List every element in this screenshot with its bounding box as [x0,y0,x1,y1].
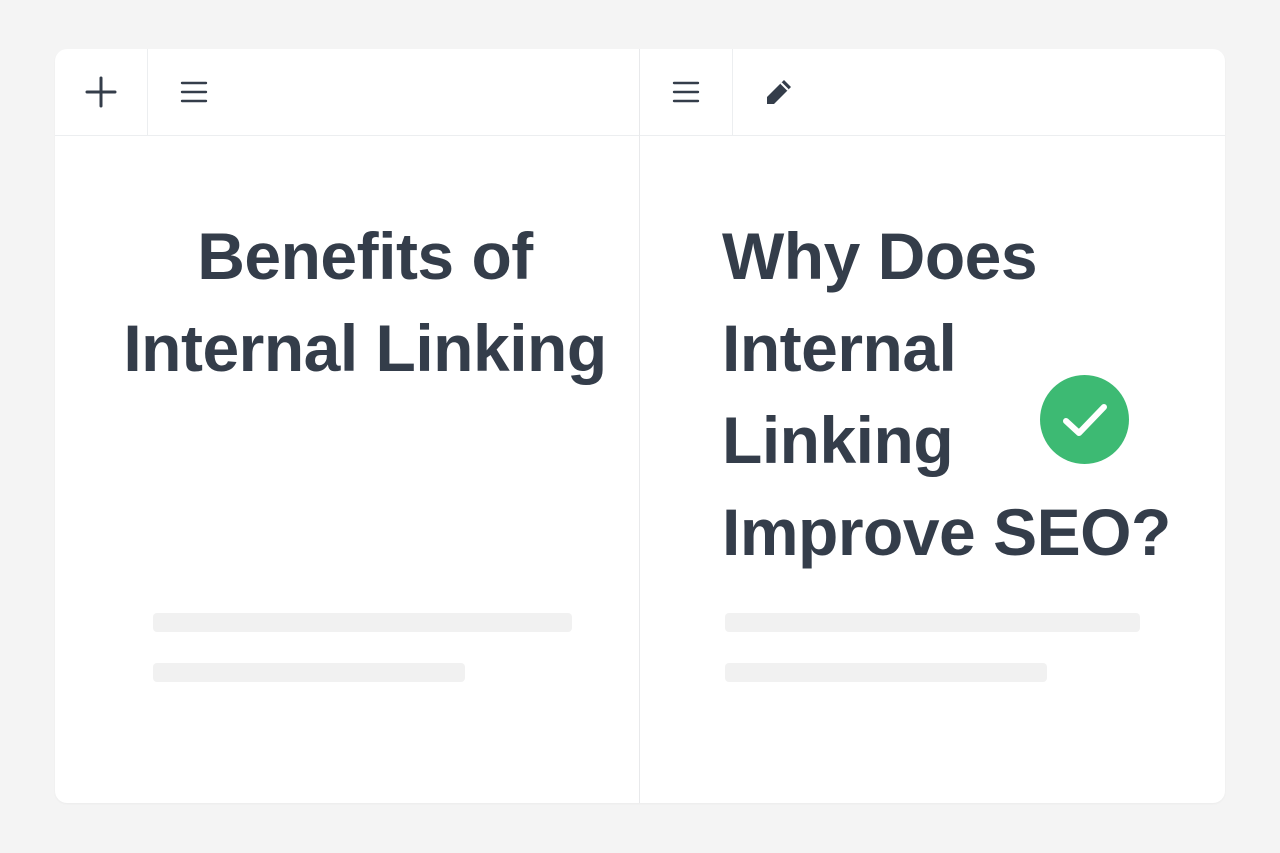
left-pane-title: Benefits of Internal Linking [123,219,607,385]
text-placeholder-line [153,663,465,682]
check-circle-icon [1040,375,1129,464]
hamburger-icon [672,81,700,103]
checkmark-icon [1062,403,1107,436]
add-button[interactable] [55,49,147,135]
text-placeholder-line [725,663,1047,682]
comparison-card: Benefits of Internal Linking Why Does In… [55,49,1225,803]
plus-icon [85,76,117,108]
right-pane-title: Why Does Internal Linking Improve SEO? [722,219,1171,569]
left-menu-button[interactable] [148,49,240,135]
edit-button[interactable] [733,49,825,135]
hamburger-icon [180,81,208,103]
toolbar-divider [55,135,1225,136]
text-placeholder-line [153,613,572,632]
right-menu-button[interactable] [640,49,732,135]
pencil-icon [767,80,791,104]
text-placeholder-line [725,613,1140,632]
pane-divider [639,49,640,803]
